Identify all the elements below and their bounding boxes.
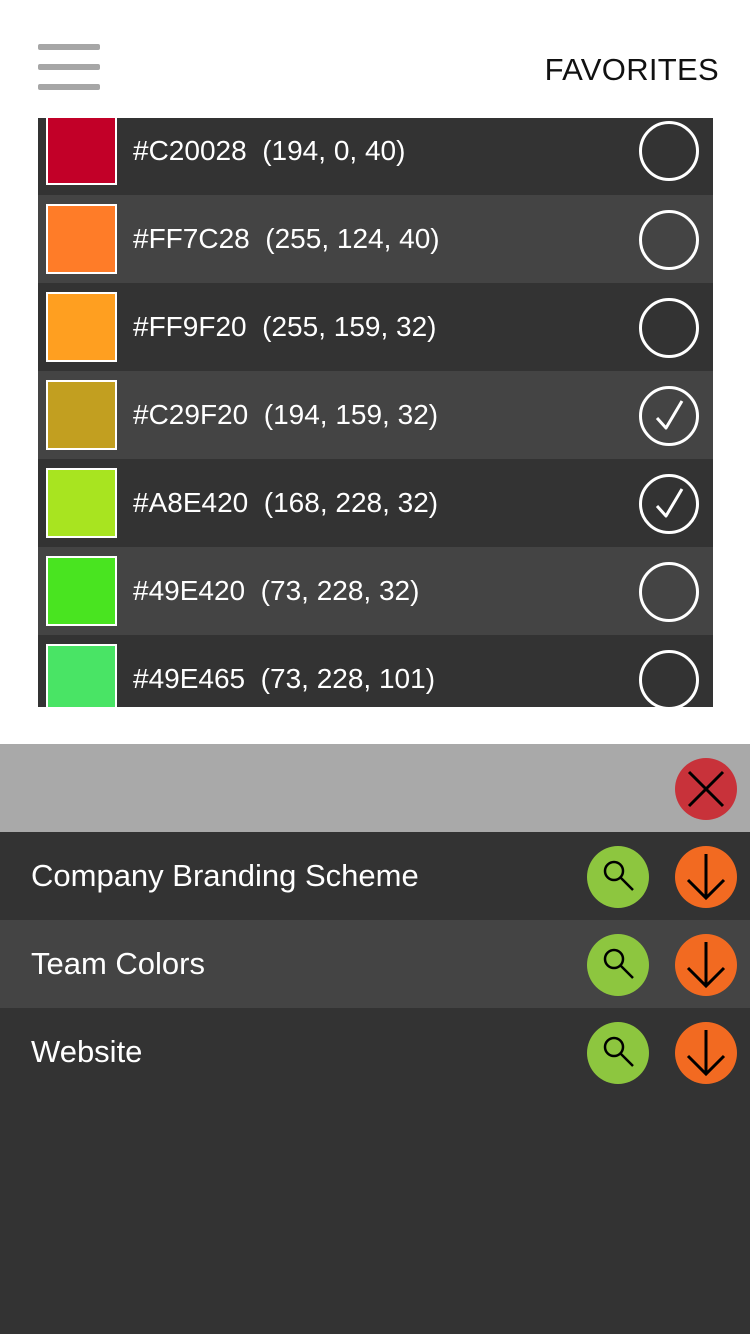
select-checkbox[interactable]	[639, 562, 699, 622]
scheme-list: Company Branding Scheme Team Colors Webs…	[0, 832, 750, 1334]
app-root: FAVORITES #C20028 (194, 0, 40) #FF7C28 (…	[0, 0, 750, 1334]
magnifier-icon[interactable]	[587, 846, 649, 908]
color-swatch	[46, 380, 117, 450]
arrow-down-icon[interactable]	[675, 934, 737, 996]
arrow-down-icon[interactable]	[675, 846, 737, 908]
scheme-row[interactable]: Team Colors	[0, 920, 750, 1008]
color-value-label: #A8E420 (168, 228, 32)	[133, 487, 439, 518]
magnifier-icon[interactable]	[587, 934, 649, 996]
select-checkbox[interactable]	[639, 298, 699, 358]
header: FAVORITES	[0, 0, 750, 118]
color-value-label: #FF9F20 (255, 159, 32)	[133, 311, 437, 342]
favorite-color-list[interactable]: #C20028 (194, 0, 40) #FF7C28 (255, 124, …	[38, 118, 713, 707]
color-value-label: #C20028 (194, 0, 40)	[133, 135, 406, 166]
color-swatch	[46, 644, 117, 707]
color-row[interactable]: #C29F20 (194, 159, 32)	[38, 371, 713, 459]
scheme-row[interactable]: Website	[0, 1008, 750, 1096]
color-row[interactable]: #49E465 (73, 228, 101)	[38, 635, 713, 707]
color-swatch	[46, 556, 117, 626]
scheme-name: Website	[31, 1034, 143, 1069]
close-x-glyph	[687, 770, 725, 808]
scheme-panel-bar	[0, 744, 750, 832]
arrow-down-icon[interactable]	[675, 1022, 737, 1084]
scheme-rows: Company Branding Scheme Team Colors Webs…	[0, 832, 750, 1096]
scheme-name: Team Colors	[31, 946, 205, 981]
page-title: FAVORITES	[544, 52, 719, 87]
color-row[interactable]: #FF9F20 (255, 159, 32)	[38, 283, 713, 371]
color-row[interactable]: #C20028 (194, 0, 40)	[38, 118, 713, 195]
color-swatch	[46, 204, 117, 274]
scheme-row[interactable]: Company Branding Scheme	[0, 832, 750, 920]
color-swatch	[46, 468, 117, 538]
color-value-label: #FF7C28 (255, 124, 40)	[133, 223, 440, 254]
checkmark-icon	[655, 488, 684, 518]
color-value-label: #C29F20 (194, 159, 32)	[133, 399, 439, 430]
color-swatch	[46, 292, 117, 362]
hamburger-menu-icon[interactable]	[38, 44, 100, 92]
menu-line	[38, 64, 100, 70]
color-swatch	[46, 118, 117, 185]
magnifier-glyph	[603, 948, 634, 979]
color-row[interactable]: #FF7C28 (255, 124, 40)	[38, 195, 713, 283]
color-rows: #C20028 (194, 0, 40) #FF7C28 (255, 124, …	[38, 118, 713, 707]
color-value-label: #49E465 (73, 228, 101)	[133, 663, 436, 694]
checkmark-icon	[655, 400, 684, 430]
select-checkbox[interactable]	[639, 474, 699, 534]
color-row[interactable]: #49E420 (73, 228, 32)	[38, 547, 713, 635]
magnifier-glyph	[603, 1036, 634, 1067]
menu-line	[38, 84, 100, 90]
select-checkbox[interactable]	[639, 121, 699, 181]
select-checkbox[interactable]	[639, 386, 699, 446]
close-icon[interactable]	[675, 758, 737, 820]
magnifier-icon[interactable]	[587, 1022, 649, 1084]
color-value-label: #49E420 (73, 228, 32)	[133, 575, 420, 606]
select-checkbox[interactable]	[639, 650, 699, 707]
arrow-down-glyph	[686, 1030, 726, 1077]
arrow-down-glyph	[686, 854, 726, 901]
select-checkbox[interactable]	[639, 210, 699, 270]
scheme-name: Company Branding Scheme	[31, 858, 419, 893]
magnifier-glyph	[603, 860, 634, 891]
arrow-down-glyph	[686, 942, 726, 989]
menu-line	[38, 44, 100, 50]
color-row[interactable]: #A8E420 (168, 228, 32)	[38, 459, 713, 547]
